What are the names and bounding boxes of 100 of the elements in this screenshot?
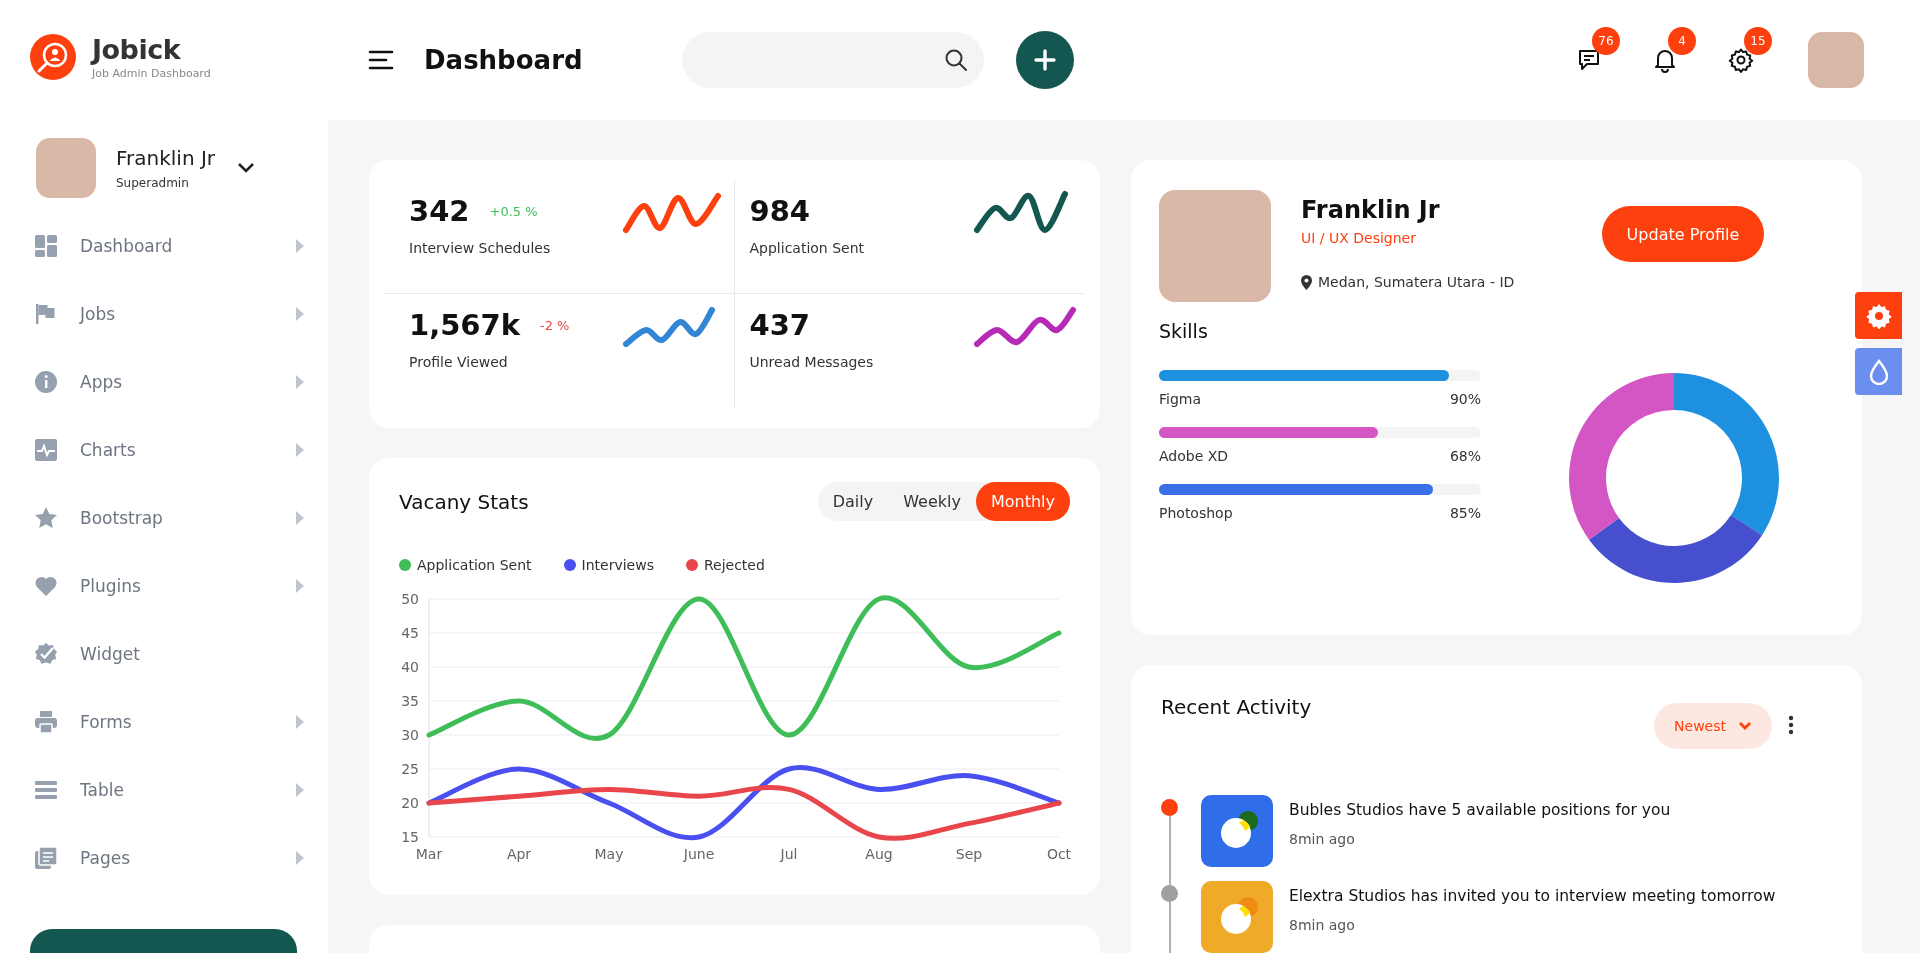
notification-count: 76	[1592, 27, 1620, 55]
y-axis-label: 45	[401, 625, 419, 641]
caret-right-icon	[296, 783, 304, 797]
star-icon	[34, 506, 58, 530]
sidebar-item[interactable]: Apps	[34, 348, 304, 416]
caret-right-icon	[296, 715, 304, 729]
x-axis-label: Apr	[506, 846, 532, 862]
skill-percent: 90%	[1449, 391, 1481, 407]
sidebar-item[interactable]: Charts	[34, 416, 304, 484]
activity-time: 8min ago	[1289, 831, 1356, 847]
notification-count: 15	[1744, 27, 1772, 55]
stat-label: Profile Viewed	[409, 354, 509, 370]
x-axis-label: June	[683, 846, 715, 862]
stat-label: Application Sent	[749, 240, 865, 256]
period-tab[interactable]: Weekly	[888, 482, 976, 521]
y-axis-label: 35	[401, 693, 419, 709]
skill-name: Photoshop	[1159, 505, 1233, 521]
profile-name: Franklin Jr	[1301, 196, 1441, 224]
sort-dropdown[interactable]: Newest	[1654, 703, 1772, 749]
activity-message: Bubles Studios have 5 available positions for you	[1289, 801, 1671, 819]
badge-icon	[34, 642, 58, 666]
settings-icon	[1728, 47, 1754, 73]
user-role: Superadmin	[116, 176, 190, 190]
x-axis-label: Mar	[415, 846, 443, 862]
menu-icon	[368, 49, 396, 71]
add-button[interactable]	[1016, 31, 1074, 89]
sidebar-item[interactable]: Bootstrap	[34, 484, 304, 552]
caret-right-icon	[296, 307, 304, 321]
caret-right-icon	[296, 443, 304, 457]
legend-label: Application Sent	[417, 557, 532, 573]
sidebar-item[interactable]: Table	[34, 756, 304, 824]
flag-icon	[34, 302, 58, 326]
caret-right-icon	[296, 851, 304, 865]
chevron-down-icon[interactable]	[237, 162, 256, 174]
more-options-icon[interactable]	[1788, 715, 1794, 735]
period-tab[interactable]: Daily	[817, 482, 889, 521]
x-axis-label: Aug	[865, 846, 893, 862]
period-tab[interactable]: Monthly	[975, 482, 1070, 521]
user-photo	[36, 138, 96, 198]
y-axis-label: 25	[401, 761, 419, 777]
menu-button[interactable]	[368, 49, 396, 71]
brand-tagline: Job Admin Dashboard	[92, 67, 211, 80]
caret-right-icon	[296, 579, 304, 593]
stat-label: Unread Messages	[749, 354, 874, 370]
stat-change: +0.5 %	[489, 203, 538, 219]
info-icon	[34, 370, 58, 394]
y-axis-label: 40	[401, 659, 419, 675]
bell-icon	[1652, 47, 1678, 73]
update-profile-button[interactable]: Update Profile	[1602, 206, 1764, 262]
user-name: Franklin Jr	[116, 146, 216, 170]
x-axis-label: Sep	[955, 846, 983, 862]
skill-name: Adobe XD	[1159, 448, 1229, 464]
legend-label: Rejected	[703, 557, 765, 573]
list-icon	[34, 778, 58, 802]
heart-icon	[34, 574, 58, 598]
dashboard-icon	[34, 234, 58, 258]
sidebar-item[interactable]: Pages	[34, 824, 304, 892]
y-axis-label: 30	[401, 727, 419, 743]
search-icon	[944, 48, 968, 72]
brand-name: Jobick	[92, 34, 182, 65]
sidebar-item[interactable]: Dashboard	[34, 212, 304, 280]
caret-right-icon	[296, 375, 304, 389]
activity-time: 8min ago	[1289, 917, 1356, 933]
sidebar-item[interactable]: Widget	[34, 620, 304, 688]
y-axis-label: 15	[401, 829, 419, 845]
skill-percent: 68%	[1449, 448, 1481, 464]
card-title: Recent Activity	[1161, 695, 1313, 719]
caret-right-icon	[296, 511, 304, 525]
plus-icon	[1033, 48, 1057, 72]
skills-title: Skills	[1159, 320, 1209, 342]
location-pin-icon	[1301, 274, 1312, 290]
caret-right-icon	[296, 239, 304, 253]
notification-count: 4	[1668, 27, 1696, 55]
skill-name: Figma	[1159, 391, 1202, 407]
profile-role: UI / UX Designer	[1301, 230, 1417, 246]
settings-icon	[1865, 302, 1892, 329]
settings-button[interactable]	[1855, 292, 1902, 339]
stat-value: 1,567k	[409, 308, 520, 342]
sidebar-item[interactable]: Plugins	[34, 552, 304, 620]
sidebar-item[interactable]: Jobs	[34, 280, 304, 348]
stat-value: 342	[409, 194, 470, 228]
chevron-down-icon	[1738, 721, 1752, 731]
water-drop-icon	[1868, 358, 1889, 385]
x-axis-label: Jul	[780, 846, 798, 862]
theme-button[interactable]	[1855, 348, 1902, 395]
chat-icon	[1576, 47, 1602, 73]
stat-label: Interview Schedules	[409, 240, 551, 256]
sidebar-item[interactable]: Forms	[34, 688, 304, 756]
x-axis-label: May	[594, 846, 624, 862]
stat-change: -2 %	[540, 317, 570, 333]
page-title: Dashboard	[424, 45, 584, 75]
legend-label: Interviews	[581, 557, 654, 573]
stat-value: 984	[749, 194, 811, 228]
stat-value: 437	[749, 308, 811, 342]
profile-location: Medan, Sumatera Utara - ID	[1318, 274, 1515, 290]
skill-percent: 85%	[1449, 505, 1481, 521]
y-axis-label: 50	[401, 591, 419, 607]
pages-icon	[34, 846, 58, 870]
pulse-icon	[34, 438, 58, 462]
logo-icon	[30, 34, 76, 80]
